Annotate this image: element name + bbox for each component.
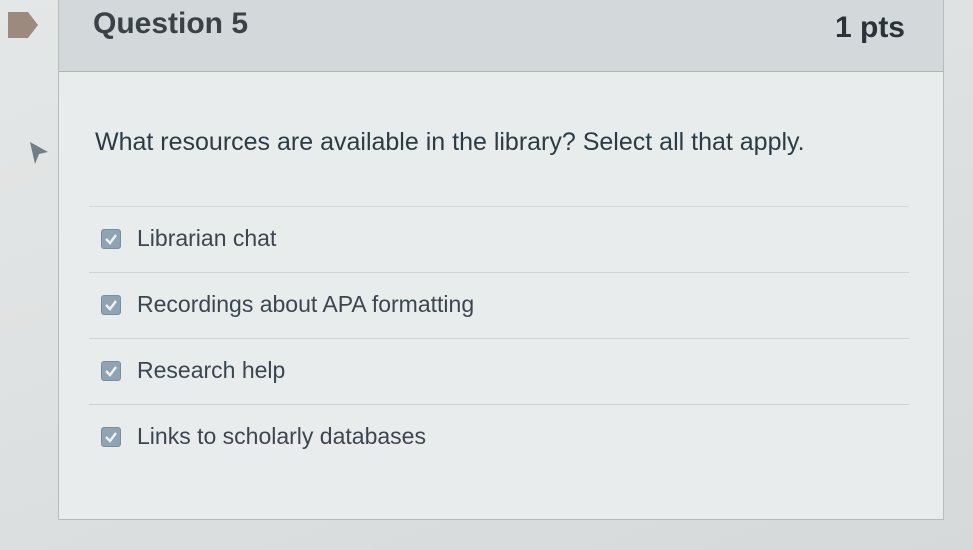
answer-option[interactable]: Recordings about APA formatting <box>89 272 909 338</box>
checkbox-checked[interactable] <box>101 295 121 315</box>
answer-option[interactable]: Research help <box>89 338 909 404</box>
question-title: Question 5 <box>93 7 249 40</box>
checkbox-checked[interactable] <box>101 229 121 249</box>
checkbox-checked[interactable] <box>101 361 121 381</box>
answer-label[interactable]: Librarian chat <box>137 221 276 255</box>
pointer-icon <box>28 140 50 166</box>
question-card: Question 5 1 pts What resources are avai… <box>58 0 944 520</box>
answer-option[interactable]: Librarian chat <box>89 206 909 272</box>
answer-label[interactable]: Research help <box>137 353 285 387</box>
answer-option[interactable]: Links to scholarly databases <box>89 404 909 470</box>
answer-label[interactable]: Recordings about APA formatting <box>137 287 474 321</box>
checkbox-checked[interactable] <box>101 427 121 447</box>
answer-label[interactable]: Links to scholarly databases <box>137 419 426 453</box>
quiz-page: Question 5 1 pts What resources are avai… <box>0 0 973 550</box>
question-text: What resources are available in the libr… <box>95 128 805 156</box>
question-header: Question 5 1 pts <box>59 0 943 72</box>
answer-list: Librarian chat Recordings about APA form… <box>89 206 909 470</box>
flag-icon[interactable] <box>8 12 38 38</box>
question-points: 1 pts <box>834 11 905 44</box>
